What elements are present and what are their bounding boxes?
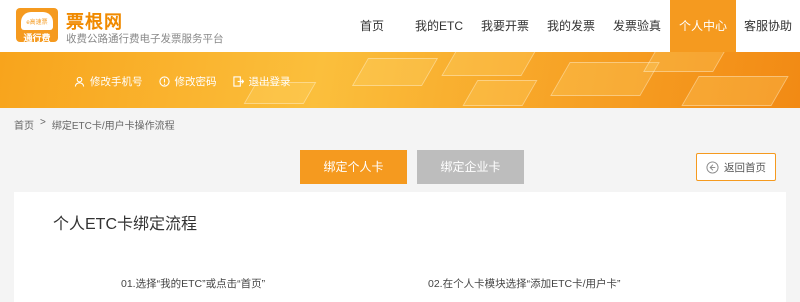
nav-my-invoices[interactable]: 我的发票 bbox=[538, 0, 604, 52]
back-arrow-icon bbox=[706, 160, 719, 174]
change-password-link[interactable]: 修改密码 bbox=[158, 74, 217, 89]
top-header: e高速票 通行费 票根网 收费公路通行费电子发票服务平台 首页 我的ETC 我要… bbox=[0, 0, 800, 52]
step-1: 01.选择“我的ETC”或点击“首页” bbox=[121, 278, 266, 290]
logout-label: 退出登录 bbox=[248, 76, 291, 88]
change-password-label: 修改密码 bbox=[174, 76, 217, 88]
logo-subtitle: 通行费 bbox=[23, 33, 51, 43]
main-nav: 首页 我的ETC 我要开票 我的发票 发票验真 个人中心 客服协助 bbox=[338, 0, 800, 52]
user-icon bbox=[74, 76, 85, 87]
section-title: 个人ETC卡绑定流程 bbox=[53, 216, 198, 233]
logout-icon bbox=[232, 76, 244, 87]
back-home-label: 返回首页 bbox=[724, 161, 766, 174]
logo-cloud-text: e高速票 bbox=[26, 20, 48, 26]
breadcrumb: 首页 > 绑定ETC卡/用户卡操作流程 bbox=[14, 117, 175, 132]
change-phone-link[interactable]: 修改手机号 bbox=[74, 74, 143, 89]
nav-issue-invoice[interactable]: 我要开票 bbox=[472, 0, 538, 52]
breadcrumb-home[interactable]: 首页 bbox=[14, 117, 34, 132]
tab-bind-personal-card[interactable]: 绑定个人卡 bbox=[300, 150, 407, 184]
step-2: 02.在个人卡模块选择“添加ETC卡/用户卡” bbox=[428, 278, 621, 290]
cloud-icon: e高速票 bbox=[21, 12, 53, 30]
logout-link[interactable]: 退出登录 bbox=[232, 74, 291, 89]
nav-my-etc[interactable]: 我的ETC bbox=[406, 0, 472, 52]
logo[interactable]: e高速票 通行费 bbox=[16, 8, 58, 43]
nav-invoice-verify[interactable]: 发票验真 bbox=[604, 0, 670, 52]
breadcrumb-current: 绑定ETC卡/用户卡操作流程 bbox=[51, 121, 175, 132]
warning-icon bbox=[158, 76, 170, 87]
nav-customer-service[interactable]: 客服协助 bbox=[736, 0, 800, 52]
tab-bind-company-card[interactable]: 绑定企业卡 bbox=[417, 150, 524, 184]
back-home-button[interactable]: 返回首页 bbox=[696, 153, 776, 181]
account-links: 修改手机号 修改密码 退出登录 bbox=[74, 74, 291, 89]
nav-home[interactable]: 首页 bbox=[338, 0, 406, 52]
nav-personal-center[interactable]: 个人中心 bbox=[670, 0, 736, 52]
change-phone-label: 修改手机号 bbox=[90, 76, 143, 88]
breadcrumb-separator: > bbox=[40, 117, 46, 128]
brand-tagline: 收费公路通行费电子发票服务平台 bbox=[66, 33, 224, 45]
